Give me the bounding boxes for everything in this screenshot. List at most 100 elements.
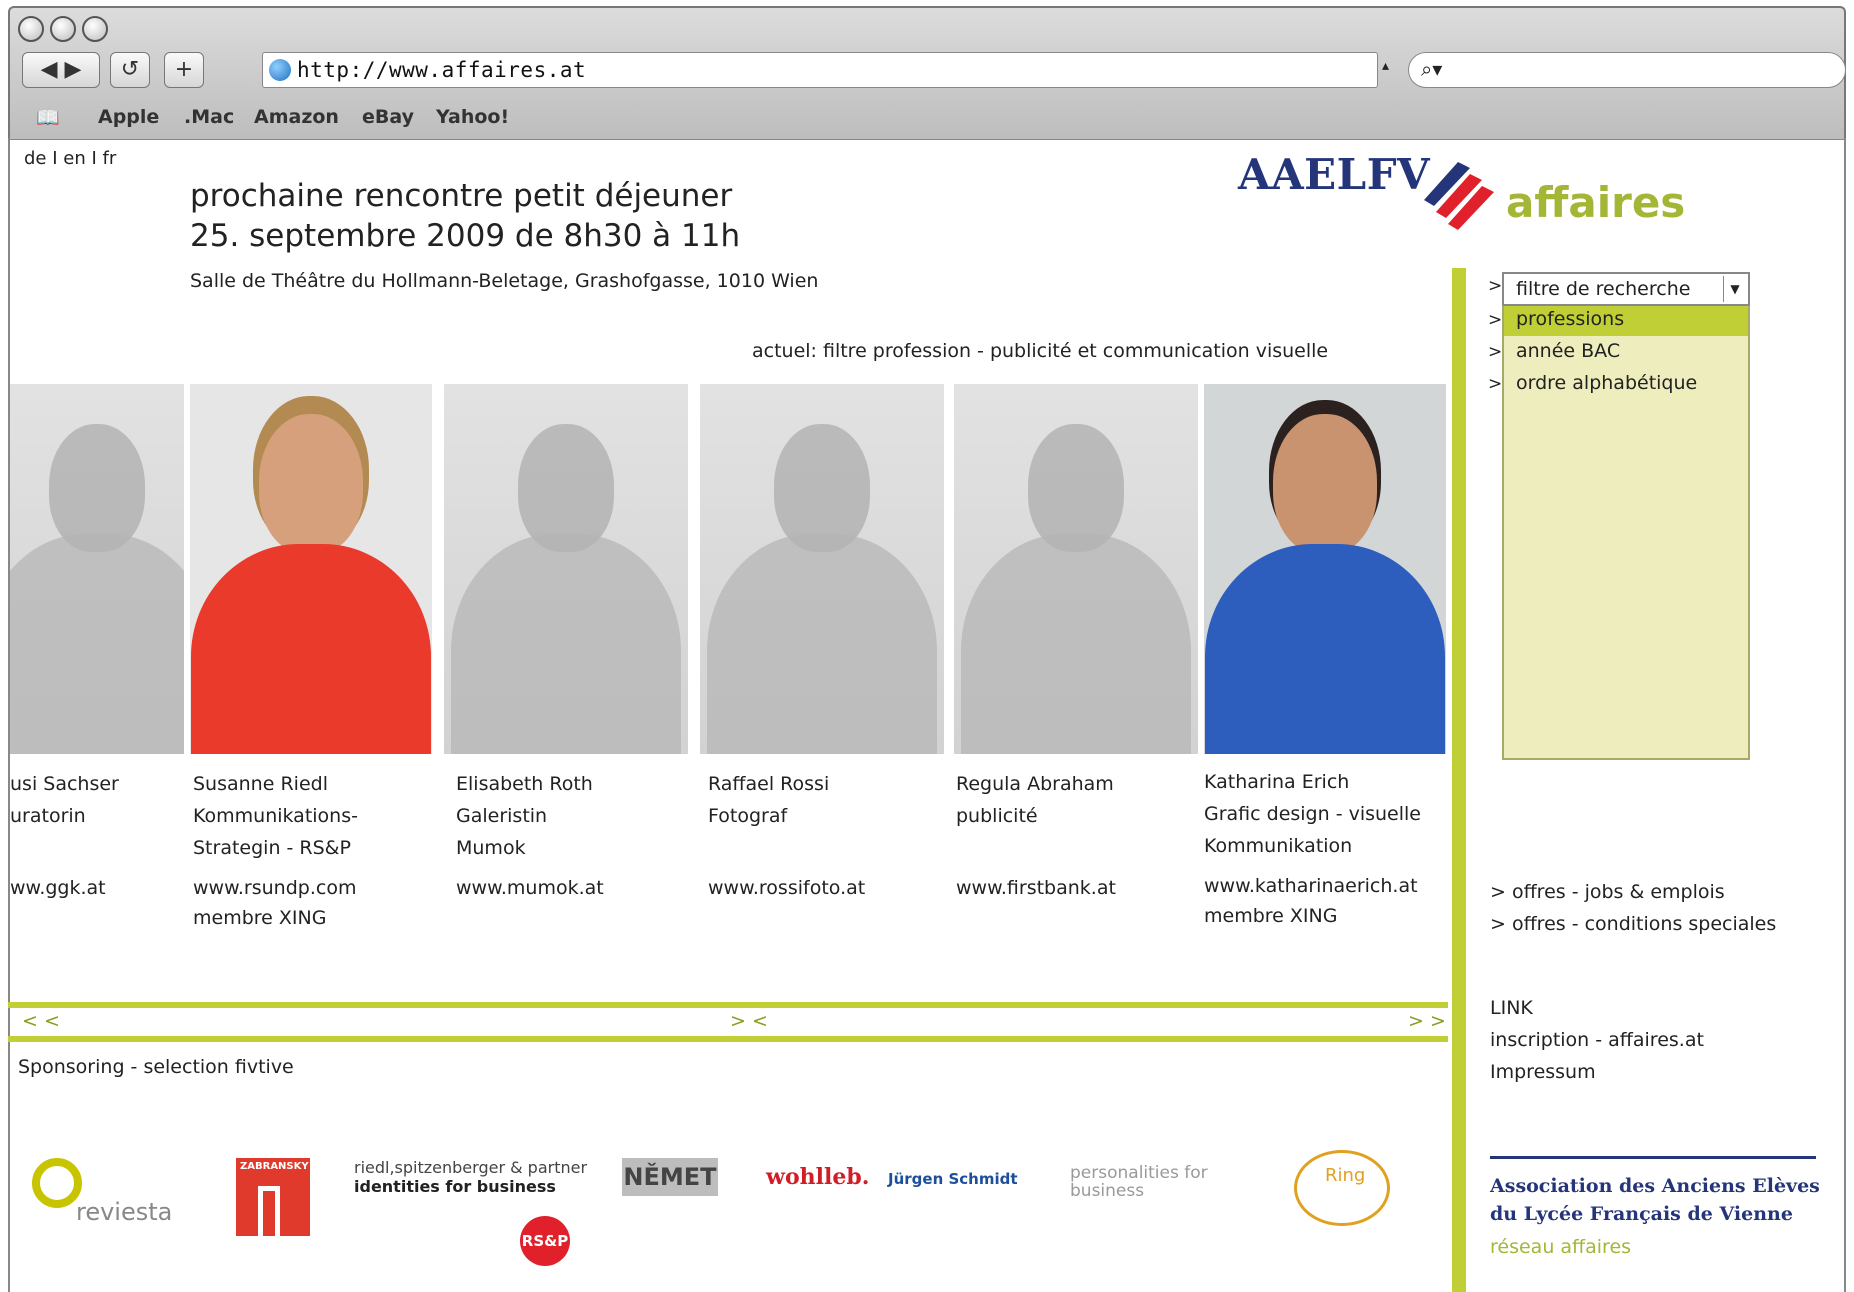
person-card: Susanne Riedl Kommunikations- Strategin …: [193, 768, 358, 864]
search-field[interactable]: ⌕▾: [1408, 52, 1846, 88]
logo-stripes-icon: [1424, 162, 1494, 230]
reload-button[interactable]: ↺: [110, 52, 150, 88]
arrow-icon: >: [1488, 374, 1503, 394]
sponsor-logo-reviesta[interactable]: reviesta: [30, 1158, 172, 1232]
person-photo[interactable]: [190, 384, 432, 754]
person-card: Katharina Erich Grafic design - visuelle…: [1204, 766, 1421, 862]
carousel-next-button[interactable]: > >: [1408, 1010, 1446, 1032]
event-venue: Salle de Théâtre du Hollmann-Beletage, G…: [190, 270, 819, 292]
person-name: Katharina Erich: [1204, 771, 1350, 793]
person-card: Raffael Rossi Fotograf: [708, 768, 829, 832]
address-bar[interactable]: http://www.affaires.at: [262, 52, 1378, 88]
back-forward-button[interactable]: ◀ ▶: [22, 52, 100, 88]
sidebar-links: LINK inscription - affaires.at Impressum: [1490, 992, 1704, 1088]
xing-member-link[interactable]: membre XING: [193, 902, 326, 934]
carousel-prev-button[interactable]: < <: [22, 1010, 60, 1032]
sponsor-logo-wohlleb[interactable]: wohlleb.: [766, 1164, 869, 1190]
sidebar-offers: > offres - jobs & emplois > offres - con…: [1490, 876, 1776, 940]
person-website[interactable]: www.rossifoto.at: [708, 872, 865, 904]
person-name: Raffael Rossi: [708, 773, 830, 795]
person-name: Susanne Riedl: [193, 773, 328, 795]
person-website[interactable]: ww.ggk.at: [10, 872, 106, 904]
bookmark-ebay[interactable]: eBay: [362, 106, 414, 128]
carousel-center-button[interactable]: > <: [730, 1010, 768, 1032]
link-inscription[interactable]: inscription - affaires.at: [1490, 1024, 1704, 1056]
link-offres-jobs[interactable]: > offres - jobs & emplois: [1490, 876, 1776, 908]
person-website[interactable]: www.firstbank.at: [956, 872, 1116, 904]
filter-option-annee-bac[interactable]: année BAC: [1516, 340, 1620, 362]
person-role: Mumok: [456, 837, 526, 859]
person-card: usi Sachser uratorin: [10, 768, 119, 832]
xing-member-link[interactable]: membre XING: [1204, 900, 1337, 932]
divider: [1490, 1156, 1816, 1159]
language-switch[interactable]: de I en I fr: [24, 148, 116, 169]
person-role: Kommunikation: [1204, 835, 1353, 857]
close-window-icon[interactable]: [18, 16, 44, 42]
logo-affaires: affaires: [1506, 178, 1686, 227]
person-photo[interactable]: [954, 384, 1198, 754]
minimize-window-icon[interactable]: [50, 16, 76, 42]
person-website[interactable]: www.mumok.at: [456, 872, 604, 904]
filter-option-alphabetique[interactable]: ordre alphabétique: [1516, 372, 1697, 394]
sponsor-logo-nemet[interactable]: NĚMET: [622, 1158, 718, 1196]
address-text: http://www.affaires.at: [297, 58, 587, 82]
person-photo[interactable]: [1204, 384, 1446, 754]
sponsor-logo-rsp[interactable]: riedl,spitzenberger & partner identities…: [354, 1158, 594, 1196]
person-card: Elisabeth Roth Galeristin Mumok: [456, 768, 593, 864]
logo-aaelfv: AAELFV: [1238, 150, 1431, 199]
link-offres-conditions[interactable]: > offres - conditions speciales: [1490, 908, 1776, 940]
person-photo[interactable]: [444, 384, 688, 754]
person-name: Elisabeth Roth: [456, 773, 593, 795]
url-dropdown-icon[interactable]: ▴: [1382, 58, 1389, 74]
person-role: Kommunikations-: [193, 805, 358, 827]
person-role: uratorin: [10, 805, 86, 827]
event-title-line2: 25. septembre 2009 de 8h30 à 11h: [190, 218, 741, 254]
bookmark-apple[interactable]: Apple: [98, 106, 159, 128]
sponsor-logo-ring[interactable]: Ring: [1294, 1150, 1390, 1226]
add-bookmark-button[interactable]: +: [164, 52, 204, 88]
filter-option-professions[interactable]: professions: [1516, 308, 1624, 330]
person-photo[interactable]: [700, 384, 944, 754]
sponsor-logo-juergen-schmidt[interactable]: Jürgen Schmidt: [888, 1170, 1018, 1188]
person-role: Grafic design - visuelle: [1204, 803, 1421, 825]
sponsor-logo-personalities[interactable]: personalities for business: [1070, 1164, 1260, 1200]
filter-select[interactable]: filtre de recherche ▼: [1502, 272, 1750, 306]
book-icon[interactable]: 📖: [36, 106, 60, 129]
sidebar-divider: [1452, 268, 1466, 1292]
association-line1: Association des Anciens Elèves: [1490, 1175, 1820, 1197]
arrow-icon: >: [1488, 310, 1503, 330]
person-name: usi Sachser: [10, 773, 119, 795]
person-role: Galeristin: [456, 805, 548, 827]
chevron-down-icon[interactable]: ▼: [1723, 276, 1746, 302]
link-impressum[interactable]: Impressum: [1490, 1056, 1704, 1088]
reseau-affaires: réseau affaires: [1490, 1236, 1632, 1258]
globe-icon: [269, 59, 291, 81]
person-website[interactable]: www.katharinaerich.at: [1204, 870, 1418, 902]
sponsoring-title: Sponsoring - selection fivtive: [18, 1056, 294, 1078]
sponsor-logo-rsp-badge[interactable]: RS&P: [520, 1216, 570, 1266]
association-name: Association des Anciens Elèves du Lycée …: [1490, 1172, 1820, 1228]
person-role: Fotograf: [708, 805, 788, 827]
event-title: prochaine rencontre petit déjeuner 25. s…: [190, 176, 740, 256]
link-section-title: LINK: [1490, 997, 1533, 1019]
bookmark-mac[interactable]: .Mac: [184, 106, 234, 128]
filter-select-label: filtre de recherche: [1516, 278, 1691, 300]
sponsor-logo-zabransky[interactable]: ZABRANSKY: [236, 1158, 310, 1236]
carousel-nav: < < > < > >: [8, 1002, 1448, 1042]
person-card: Regula Abraham publicité: [956, 768, 1114, 832]
zoom-window-icon[interactable]: [82, 16, 108, 42]
person-name: Regula Abraham: [956, 773, 1114, 795]
person-role: publicité: [956, 805, 1038, 827]
current-filter-text: actuel: filtre profession - publicité et…: [752, 340, 1329, 362]
person-role: Strategin - RS&P: [193, 837, 351, 859]
bookmark-yahoo[interactable]: Yahoo!: [436, 106, 509, 128]
person-website[interactable]: www.rsundp.com: [193, 872, 356, 904]
arrow-icon: >: [1488, 342, 1503, 362]
event-title-line1: prochaine rencontre petit déjeuner: [190, 178, 733, 214]
arrow-icon: >: [1488, 276, 1503, 296]
association-line2: du Lycée Français de Vienne: [1490, 1203, 1793, 1225]
person-photo[interactable]: [10, 384, 184, 754]
bookmark-amazon[interactable]: Amazon: [254, 106, 339, 128]
search-icon: ⌕▾: [1421, 57, 1443, 81]
bookmarks-bar: 📖 Apple .Mac Amazon eBay Yahoo!: [8, 98, 1846, 138]
